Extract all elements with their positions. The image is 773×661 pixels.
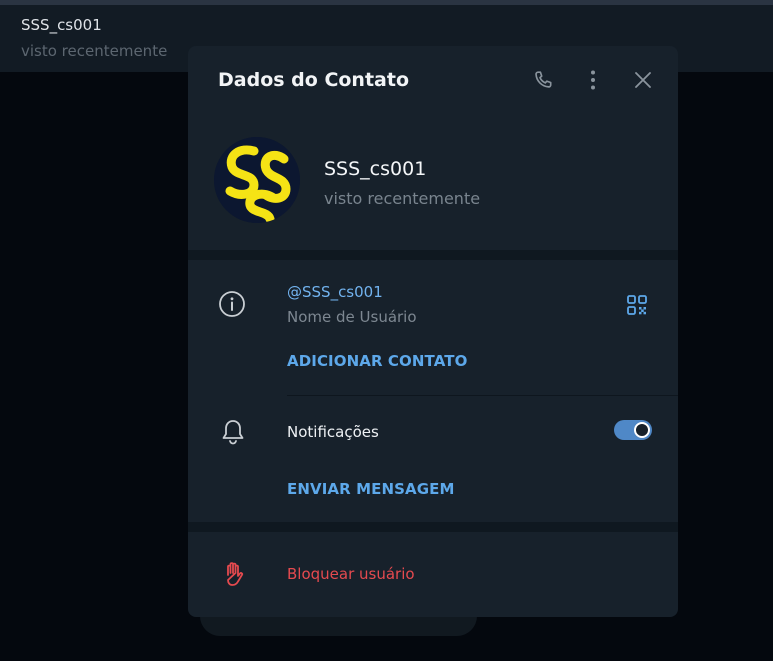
info-icon [218,290,246,318]
username-value[interactable]: @SSS_cs001 [287,283,383,301]
section-separator [188,522,678,532]
chat-status: visto recentemente [21,42,168,60]
add-contact-button[interactable]: ADICIONAR CONTATO [287,352,467,370]
contact-info-dialog: Dados do Contato SSS_cs001 visto recente… [188,46,678,617]
dialog-title: Dados do Contato [218,69,410,91]
notifications-toggle[interactable] [614,420,652,440]
hand-stop-icon[interactable] [221,560,247,588]
avatar[interactable] [214,137,300,223]
divider [287,395,678,396]
close-icon[interactable] [631,68,655,92]
profile-status: visto recentemente [324,189,481,208]
phone-icon[interactable] [531,68,555,92]
qr-code-icon[interactable] [626,294,648,316]
toggle-knob [634,422,650,438]
profile-name: SSS_cs001 [324,158,427,180]
more-vertical-icon[interactable] [581,68,605,92]
notifications-label: Notificações [287,423,379,441]
username-label: Nome de Usuário [287,308,417,326]
bell-icon [220,418,246,446]
chat-title: SSS_cs001 [21,16,102,34]
block-user-button[interactable]: Bloquear usuário [287,565,415,583]
send-message-button[interactable]: ENVIAR MENSAGEM [287,480,455,498]
section-separator [188,250,678,260]
